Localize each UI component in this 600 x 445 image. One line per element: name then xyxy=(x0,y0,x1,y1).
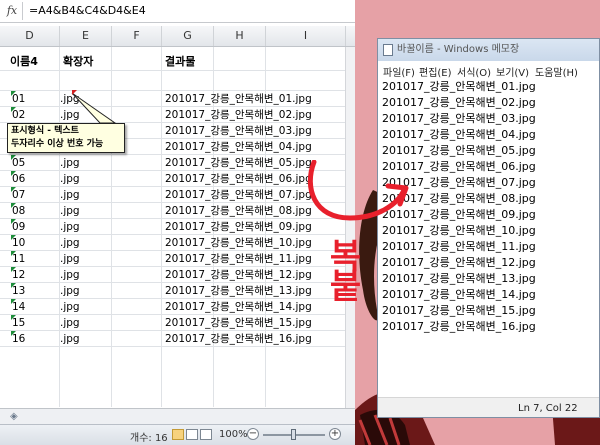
column-header-i[interactable]: I xyxy=(266,26,346,46)
cell-e[interactable]: .jpg xyxy=(60,171,80,187)
cell-e[interactable]: .jpg xyxy=(60,187,80,203)
cell-e[interactable]: .jpg xyxy=(60,203,80,219)
normal-view-icon[interactable] xyxy=(172,429,184,440)
cell-d[interactable]: 12 xyxy=(12,267,25,283)
table-row: 11 .jpg 201017_강릉_안목해변_11.jpg xyxy=(0,251,355,267)
cell-d[interactable]: 06 xyxy=(12,171,25,187)
cell-g[interactable]: 201017_강릉_안목해변_15.jpg xyxy=(165,315,312,331)
cell-d[interactable]: 08 xyxy=(12,203,25,219)
cell-g[interactable]: 201017_강릉_안목해변_09.jpg xyxy=(165,219,312,235)
column-header-g[interactable]: G xyxy=(162,26,214,46)
cell-g[interactable]: 201017_강릉_안목해변_16.jpg xyxy=(165,331,312,347)
column-header-h[interactable]: H xyxy=(214,26,266,46)
text-line: 201017_강릉_안목해변_01.jpg xyxy=(382,80,536,93)
cell-e[interactable]: .jpg xyxy=(60,251,80,267)
cell-g[interactable]: 201017_강릉_안목해변_13.jpg xyxy=(165,283,312,299)
notepad-title-bar[interactable]: 바꿀이름 - Windows 메모장 xyxy=(378,39,599,61)
text-line: 201017_강릉_안목해변_12.jpg xyxy=(382,256,536,269)
cell-g[interactable]: 201017_강릉_안목해변_06.jpg xyxy=(165,171,312,187)
cell-g[interactable]: 201017_강릉_안목해변_11.jpg xyxy=(165,251,312,267)
cell-e[interactable]: .jpg xyxy=(60,235,80,251)
zoom-in-button[interactable]: + xyxy=(329,428,341,440)
cell-d[interactable]: 07 xyxy=(12,187,25,203)
excel-status-bar: 개수: 16 100% − + xyxy=(0,424,355,445)
text-line: 201017_강릉_안목해변_02.jpg xyxy=(382,96,536,109)
text-line: 201017_강릉_안목해변_15.jpg xyxy=(382,304,536,317)
cell-g[interactable]: 201017_강릉_안목해변_02.jpg xyxy=(165,107,312,123)
cell-e[interactable]: .jpg xyxy=(60,283,80,299)
notepad-text-area[interactable]: 201017_강릉_안목해변_01.jpg 201017_강릉_안목해변_02.j… xyxy=(378,79,599,397)
text-line: 201017_강릉_안목해변_14.jpg xyxy=(382,288,536,301)
cell-e[interactable]: .jpg xyxy=(60,219,80,235)
page-break-view-icon[interactable] xyxy=(200,429,212,440)
paste-annotation-label: 복붙 xyxy=(322,238,362,298)
cell-e[interactable]: .jpg xyxy=(60,331,80,347)
cell-d[interactable]: 13 xyxy=(12,283,25,299)
cell-g[interactable]: 201017_강릉_안목해변_10.jpg xyxy=(165,235,312,251)
notepad-app-icon xyxy=(383,44,393,56)
cell-e[interactable]: .jpg xyxy=(60,299,80,315)
menu-format[interactable]: 서식(O) xyxy=(457,64,491,79)
text-line: 201017_강릉_안목해변_11.jpg xyxy=(382,240,536,253)
table-row: 16 .jpg 201017_강릉_안목해변_16.jpg xyxy=(0,331,355,347)
cell-g[interactable]: 201017_강릉_안목해변_07.jpg xyxy=(165,187,312,203)
menu-file[interactable]: 파일(F) xyxy=(383,64,415,79)
cursor-position: Ln 7, Col 22 xyxy=(518,403,578,414)
cell-e[interactable]: .jpg xyxy=(60,267,80,283)
cell-g[interactable]: 201017_강릉_안목해변_14.jpg xyxy=(165,299,312,315)
cell-d[interactable]: 16 xyxy=(12,331,25,347)
cell-d[interactable]: 14 xyxy=(12,299,25,315)
menu-help[interactable]: 도움말(H) xyxy=(535,64,578,79)
zoom-out-button[interactable]: − xyxy=(247,428,259,440)
cell-g[interactable]: 201017_강릉_안목해변_05.jpg xyxy=(165,155,312,171)
header-cell-g[interactable]: 결과물 xyxy=(165,53,195,69)
cell-e[interactable]: .jpg xyxy=(60,315,80,331)
cell-g[interactable]: 201017_강릉_안목해변_08.jpg xyxy=(165,203,312,219)
cell-d[interactable]: 10 xyxy=(12,235,25,251)
comment-line-2: 두자리수 이상 번호 가능 xyxy=(11,139,104,149)
cell-comment: 표시형식 - 텍스트 두자리수 이상 번호 가능 xyxy=(7,123,125,153)
menu-view[interactable]: 보기(V) xyxy=(496,64,529,79)
table-row: 14 .jpg 201017_강릉_안목해변_14.jpg xyxy=(0,299,355,315)
text-line: 201017_강릉_안목해변_05.jpg xyxy=(382,144,536,157)
status-count: 개수: 16 xyxy=(130,433,168,444)
text-line: 201017_강릉_안목해변_13.jpg xyxy=(382,272,536,285)
cell-g[interactable]: 201017_강릉_안목해변_01.jpg xyxy=(165,91,312,107)
page-layout-view-icon[interactable] xyxy=(186,429,198,440)
zoom-level[interactable]: 100% xyxy=(219,429,248,440)
cell-g[interactable]: 201017_강릉_안목해변_12.jpg xyxy=(165,267,312,283)
cell-d[interactable]: 11 xyxy=(12,251,25,267)
comment-line-1: 표시형식 - 텍스트 xyxy=(11,126,79,136)
table-row: 15 .jpg 201017_강릉_안목해변_15.jpg xyxy=(0,315,355,331)
notepad-window: 바꿀이름 - Windows 메모장 파일(F) 편집(E) 서식(O) 보기(… xyxy=(377,38,600,418)
table-row: 12 .jpg 201017_강릉_안목해변_12.jpg xyxy=(0,267,355,283)
table-row: 13 .jpg 201017_강릉_안목해변_13.jpg xyxy=(0,283,355,299)
cell-g[interactable]: 201017_강릉_안목해변_04.jpg xyxy=(165,139,312,155)
menu-edit[interactable]: 편집(E) xyxy=(419,64,452,79)
notepad-menu-bar: 파일(F) 편집(E) 서식(O) 보기(V) 도움말(H) xyxy=(378,61,599,79)
sheet-tab-bar: ◈ xyxy=(0,408,355,425)
text-line: 201017_강릉_안목해변_04.jpg xyxy=(382,128,536,141)
zoom-slider-thumb[interactable] xyxy=(291,429,296,440)
cell-g[interactable]: 201017_강릉_안목해변_03.jpg xyxy=(165,123,312,139)
new-sheet-icon[interactable]: ◈ xyxy=(10,411,18,422)
notepad-title: 바꿀이름 - Windows 메모장 xyxy=(397,44,520,55)
text-line: 201017_강릉_안목해변_16.jpg xyxy=(382,320,536,333)
cell-d[interactable]: 15 xyxy=(12,315,25,331)
paste-arrow-icon xyxy=(307,160,409,221)
notepad-status-bar: Ln 7, Col 22 xyxy=(378,397,599,417)
cell-d[interactable]: 09 xyxy=(12,219,25,235)
text-line: 201017_강릉_안목해변_03.jpg xyxy=(382,112,536,125)
